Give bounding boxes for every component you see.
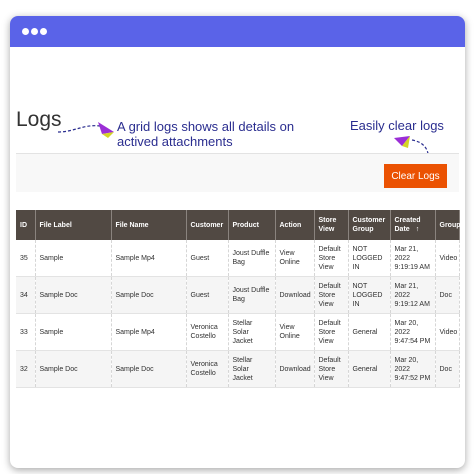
page-title: Logs (16, 108, 62, 131)
window-dot-icon (22, 28, 29, 35)
cell-file-name: Sample Mp4 (111, 313, 187, 351)
table-row: 34 Sample Doc Sample Doc Guest Joust Duf… (16, 276, 460, 314)
cell-action: View Online (275, 240, 315, 277)
cell-product-link[interactable]: Joust Duffle Bag (228, 240, 276, 277)
cell-file-name: Sample Doc (111, 276, 187, 314)
cell-id: 34 (16, 276, 36, 314)
column-header-group[interactable]: Group (435, 210, 461, 240)
cell-customer-group: General (348, 313, 391, 351)
window-titlebar (10, 16, 465, 47)
cell-customer-group: NOT LOGGED IN (348, 240, 391, 277)
cell-store-view: Default Store View (314, 276, 349, 314)
window-dot-icon (31, 28, 38, 35)
clear-logs-button[interactable]: Clear Logs (384, 164, 447, 188)
logs-grid: ID File Label File Name Customer Product… (16, 210, 461, 388)
table-row: 35 Sample Sample Mp4 Guest Joust Duffle … (16, 240, 460, 277)
column-header-customer-group[interactable]: Customer Group (348, 210, 391, 240)
cell-customer-group: NOT LOGGED IN (348, 276, 391, 314)
cell-file-label: Sample Doc (35, 350, 112, 388)
cell-group: Video (435, 313, 460, 351)
window-dot-icon (40, 28, 47, 35)
cell-product-link[interactable]: Stellar Solar Jacket (228, 313, 276, 351)
cell-action: View Online (275, 313, 315, 351)
cell-store-view: Default Store View (314, 240, 349, 277)
annotation-arrow-icon (57, 122, 114, 138)
cell-customer: Guest (186, 276, 229, 314)
cell-product-link[interactable]: Joust Duffle Bag (228, 276, 276, 314)
cell-action: Download (275, 350, 315, 388)
cell-id: 35 (16, 240, 36, 277)
sort-arrow-icon: ↑ (415, 226, 420, 233)
column-header-customer[interactable]: Customer (186, 210, 229, 240)
table-row: 32 Sample Doc Sample Doc Veronica Costel… (16, 350, 460, 388)
cell-customer-link[interactable]: Veronica Costello (186, 350, 229, 388)
cell-group: Doc (435, 276, 460, 314)
cell-file-name: Sample Mp4 (111, 240, 187, 277)
browser-window: Logs A grid logs shows all details on ac… (10, 16, 465, 468)
cell-id: 32 (16, 350, 36, 388)
grid-header-row: ID File Label File Name Customer Product… (16, 210, 461, 240)
cell-customer-group: General (348, 350, 391, 388)
cell-created-date: Mar 21, 2022 9:19:12 AM (390, 276, 436, 314)
cell-file-label: Sample (35, 313, 112, 351)
column-header-file-label[interactable]: File Label (35, 210, 112, 240)
cell-action: Download (275, 276, 315, 314)
cell-file-label: Sample (35, 240, 112, 277)
cell-id: 33 (16, 313, 36, 351)
cell-created-date: Mar 20, 2022 9:47:52 PM (390, 350, 436, 388)
grid-annotation: A grid logs shows all details on actived… (117, 119, 295, 149)
column-header-action[interactable]: Action (275, 210, 315, 240)
cell-customer-link[interactable]: Veronica Costello (186, 313, 229, 351)
clear-annotation: Easily clear logs (350, 118, 444, 133)
column-header-id[interactable]: ID (16, 210, 36, 240)
column-header-file-name[interactable]: File Name (111, 210, 187, 240)
column-header-store-view[interactable]: Store View (314, 210, 349, 240)
cell-file-label: Sample Doc (35, 276, 112, 314)
cell-file-name: Sample Doc (111, 350, 187, 388)
cell-group: Video (435, 240, 460, 277)
table-row: 33 Sample Sample Mp4 Veronica Costello S… (16, 313, 460, 351)
cell-customer: Guest (186, 240, 229, 277)
cell-created-date: Mar 20, 2022 9:47:54 PM (390, 313, 436, 351)
column-header-created-date[interactable]: Created Date ↑ (390, 210, 436, 240)
cell-group: Doc (435, 350, 460, 388)
cell-product-link[interactable]: Stellar Solar Jacket (228, 350, 276, 388)
column-header-product[interactable]: Product (228, 210, 276, 240)
cell-store-view: Default Store View (314, 350, 349, 388)
cell-store-view: Default Store View (314, 313, 349, 351)
cell-created-date: Mar 21, 2022 9:19:19 AM (390, 240, 436, 277)
